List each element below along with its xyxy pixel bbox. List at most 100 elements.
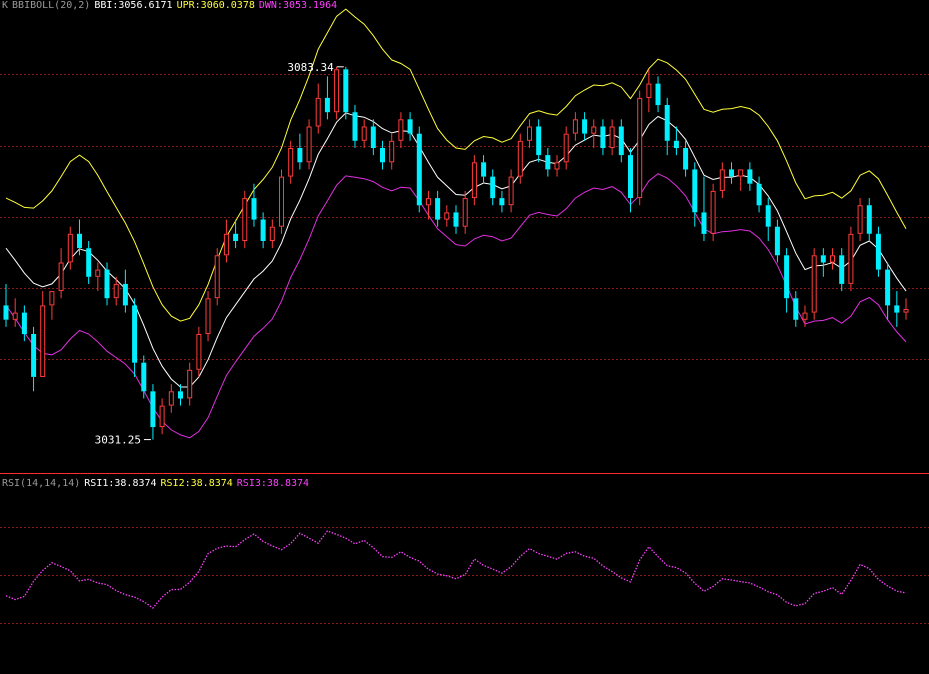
candle[interactable] [334, 66, 340, 120]
candle[interactable] [288, 140, 294, 184]
candle[interactable] [425, 190, 431, 220]
candle[interactable] [536, 119, 542, 163]
candle[interactable] [903, 298, 909, 320]
candle[interactable] [370, 119, 376, 156]
stock-chart[interactable]: 3083.34 3031.25 [0, 0, 929, 674]
candle[interactable] [352, 105, 358, 148]
candle[interactable] [793, 291, 799, 327]
candle[interactable] [655, 76, 661, 113]
candle[interactable] [572, 112, 578, 141]
candle[interactable] [563, 126, 569, 170]
candle[interactable] [407, 112, 413, 141]
candle[interactable] [508, 169, 514, 213]
candle[interactable] [306, 119, 312, 170]
candle[interactable] [187, 362, 193, 406]
candle[interactable] [765, 198, 771, 241]
candle[interactable] [453, 205, 459, 234]
candle[interactable] [58, 248, 64, 299]
candle[interactable] [747, 162, 753, 191]
candle[interactable] [168, 384, 174, 413]
candle[interactable] [242, 190, 248, 249]
candle[interactable] [857, 198, 863, 241]
rsi-line [5, 530, 907, 609]
candle[interactable] [481, 155, 487, 184]
candle[interactable] [297, 133, 303, 170]
candle[interactable] [389, 133, 395, 170]
candle[interactable] [416, 126, 422, 213]
candle-body [848, 233, 854, 284]
candle[interactable] [141, 355, 147, 399]
candle[interactable] [517, 133, 523, 184]
candle[interactable] [875, 226, 881, 277]
candle[interactable] [471, 155, 477, 206]
candle[interactable] [784, 248, 790, 313]
candle[interactable] [122, 269, 128, 313]
candle[interactable] [885, 262, 891, 320]
candle[interactable] [361, 119, 367, 148]
candle[interactable] [343, 66, 349, 120]
candle[interactable] [811, 248, 817, 320]
candle-body [159, 405, 165, 428]
candle[interactable] [95, 262, 101, 292]
candle[interactable] [435, 190, 441, 227]
candle[interactable] [729, 162, 734, 184]
price-annotation-label: 3083.34 [287, 61, 334, 74]
candle-body [462, 198, 468, 227]
candle[interactable] [205, 291, 211, 342]
candle-body [324, 97, 330, 113]
candle[interactable] [132, 298, 138, 377]
candle-body [508, 176, 514, 206]
candle[interactable] [710, 183, 716, 241]
candle[interactable] [894, 291, 900, 327]
candle[interactable] [31, 326, 37, 392]
candle[interactable] [600, 119, 606, 156]
candle[interactable] [159, 398, 165, 435]
candle[interactable] [719, 162, 725, 199]
candle-body [517, 140, 523, 177]
candle[interactable] [251, 183, 257, 227]
candle[interactable] [40, 291, 46, 377]
candle[interactable] [380, 140, 385, 170]
candle[interactable] [866, 198, 872, 241]
candle[interactable] [315, 83, 321, 134]
candle[interactable] [398, 112, 404, 148]
candle[interactable] [637, 90, 643, 206]
candle-body [655, 83, 661, 106]
candle[interactable] [545, 147, 551, 177]
candle[interactable] [67, 226, 73, 270]
candle[interactable] [490, 169, 496, 206]
candle[interactable] [701, 176, 707, 241]
candle[interactable] [756, 176, 762, 213]
candle[interactable] [591, 119, 597, 148]
candle[interactable] [49, 291, 55, 320]
candle[interactable] [279, 169, 284, 234]
candle[interactable] [848, 226, 854, 292]
candle[interactable] [196, 326, 202, 377]
candle-body [187, 369, 193, 399]
candle[interactable] [820, 248, 826, 277]
candle[interactable] [738, 169, 744, 191]
candle[interactable] [774, 219, 780, 263]
candle[interactable] [582, 112, 588, 141]
candle[interactable] [683, 140, 689, 177]
candle[interactable] [499, 190, 505, 213]
candle[interactable] [324, 76, 330, 120]
candle[interactable] [223, 219, 229, 263]
candle[interactable] [3, 283, 9, 327]
candle[interactable] [269, 219, 275, 249]
candle[interactable] [12, 298, 18, 327]
candle[interactable] [150, 384, 156, 440]
candle[interactable] [839, 248, 845, 292]
candle[interactable] [462, 190, 468, 234]
candle[interactable] [86, 241, 92, 284]
candle[interactable] [214, 248, 220, 306]
candle[interactable] [618, 119, 624, 163]
candle-body [352, 112, 358, 141]
price-annotation-label: 3031.25 [95, 434, 141, 447]
candle[interactable] [554, 155, 560, 177]
candle[interactable] [646, 69, 652, 113]
candle[interactable] [830, 248, 835, 270]
candle[interactable] [527, 119, 532, 148]
candle[interactable] [444, 205, 450, 227]
candle[interactable] [609, 119, 615, 156]
